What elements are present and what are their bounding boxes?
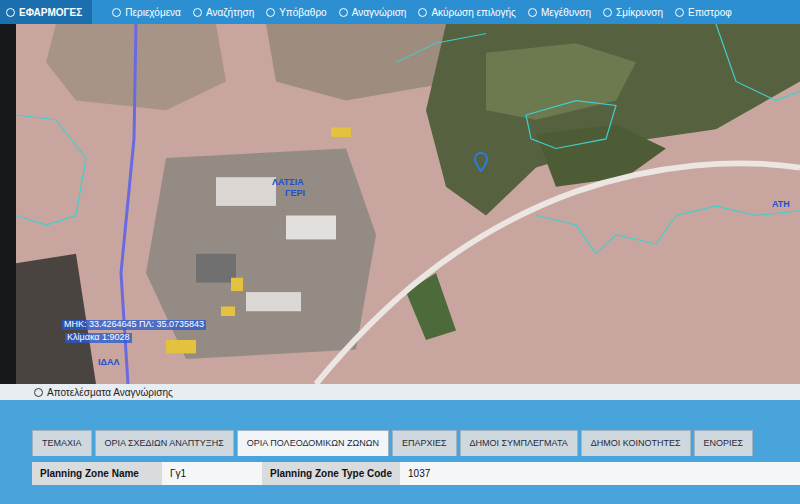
toolbar-label: Περιεχόμενα — [125, 5, 181, 20]
tool-circle-icon — [675, 8, 684, 17]
results-tab[interactable]: ΟΡΙΑ ΣΧΕΔΙΩΝ ΑΝΑΠΤΥΞΗΣ — [95, 430, 234, 456]
toolbar: ΕΦΑΡΜΟΓΕΣ Περιεχόμενα Αναζήτηση Υπόβαθρο Ανα… — [0, 0, 800, 24]
tool-circle-icon — [339, 8, 348, 17]
tool-circle-icon — [193, 8, 202, 17]
field-label: Planning Zone Type Code — [262, 462, 400, 485]
satellite-ground — [16, 24, 800, 384]
toolbar-button[interactable]: Επιστροφ — [669, 5, 738, 20]
apps-label: ΕΦΑΡΜΟΓΕΣ — [19, 5, 82, 20]
tool-circle-icon — [418, 8, 427, 17]
results-header: Αποτελέσματα Αναγνώρισης — [0, 384, 800, 400]
toolbar-button[interactable]: Αναζήτηση — [187, 5, 260, 20]
apps-circle-icon — [6, 8, 15, 17]
field-value: 1037 — [400, 462, 500, 485]
tool-circle-icon — [603, 8, 612, 17]
results-panel: ΤΕΜΑΧΙΑΟΡΙΑ ΣΧΕΔΙΩΝ ΑΝΑΠΤΥΞΗΣΟΡΙΑ ΠΟΛΕΟΔ… — [0, 400, 800, 504]
toolbar-button[interactable]: Σμίκρυνση — [597, 5, 669, 20]
field-label: Planning Zone Name — [32, 462, 162, 485]
toolbar-label: Μεγέθυνση — [541, 5, 591, 20]
toolbar-label: Επιστροφ — [688, 5, 732, 20]
apps-button[interactable]: ΕΦΑΡΜΟΓΕΣ — [0, 0, 92, 24]
toolbar-button[interactable]: Υπόβαθρο — [260, 5, 332, 20]
results-tab[interactable]: ΤΕΜΑΧΙΑ — [32, 430, 92, 456]
map-label: ΑΤΗ — [772, 200, 790, 210]
results-tab[interactable]: ΟΡΙΑ ΠΟΛΕΟΔΟΜΙΚΩΝ ΖΩΝΩΝ — [237, 430, 389, 456]
map[interactable]: ΛΑΤΣΙΑΓΕΡΙ ΜΗΚ: 33.4264645 ΠΛ: 35.0735843… — [16, 24, 800, 384]
results-title: Αποτελέσματα Αναγνώρισης — [47, 385, 173, 400]
map-row: ΛΑΤΣΙΑΓΕΡΙ ΜΗΚ: 33.4264645 ΠΛ: 35.0735843… — [0, 24, 800, 384]
info-icon — [34, 388, 43, 397]
map-label: Κλίμακα 1:9028 — [65, 333, 132, 343]
results-tab[interactable]: ΔΗΜΟΙ ΣΥΜΠΛΕΓΜΑΤΑ — [460, 430, 578, 456]
results-tab[interactable]: ΕΠΑΡΧΙΕΣ — [392, 430, 457, 456]
toolbar-label: Υπόβαθρο — [279, 5, 326, 20]
map-label: ΓΕΡΙ — [285, 189, 305, 199]
toolbar-button[interactable]: Ακύρωση επιλογής — [412, 5, 522, 20]
tool-circle-icon — [528, 8, 537, 17]
toolbar-button[interactable]: Περιεχόμενα — [106, 5, 187, 20]
toolbar-button[interactable]: Μεγέθυνση — [522, 5, 597, 20]
field-value: Γγ1 — [162, 462, 262, 485]
tool-circle-icon — [112, 8, 121, 17]
results-tabs: ΤΕΜΑΧΙΑΟΡΙΑ ΣΧΕΔΙΩΝ ΑΝΑΠΤΥΞΗΣΟΡΙΑ ΠΟΛΕΟΔ… — [32, 430, 800, 456]
results-row: Planning Zone NameΓγ1Planning Zone Type … — [32, 462, 800, 485]
toolbar-label: Σμίκρυνση — [616, 5, 663, 20]
screen-bezel — [0, 24, 16, 384]
results-tab[interactable]: ΕΝΟΡΙΕΣ — [694, 430, 754, 456]
toolbar-button[interactable]: Αναγνώριση — [333, 5, 413, 20]
map-label: ΜΗΚ: 33.4264645 ΠΛ: 35.0735843 — [62, 320, 206, 330]
tool-circle-icon — [266, 8, 275, 17]
results-tab[interactable]: ΔΗΜΟΙ ΚΟΙΝΟΤΗΤΕΣ — [581, 430, 691, 456]
toolbar-label: Αναγνώριση — [352, 5, 407, 20]
map-label: ΙΔΑΛ — [98, 358, 119, 368]
toolbar-label: Αναζήτηση — [206, 5, 254, 20]
toolbar-label: Ακύρωση επιλογής — [431, 5, 516, 20]
location-pin-icon — [474, 152, 488, 172]
map-label: ΛΑΤΣΙΑ — [272, 178, 304, 188]
